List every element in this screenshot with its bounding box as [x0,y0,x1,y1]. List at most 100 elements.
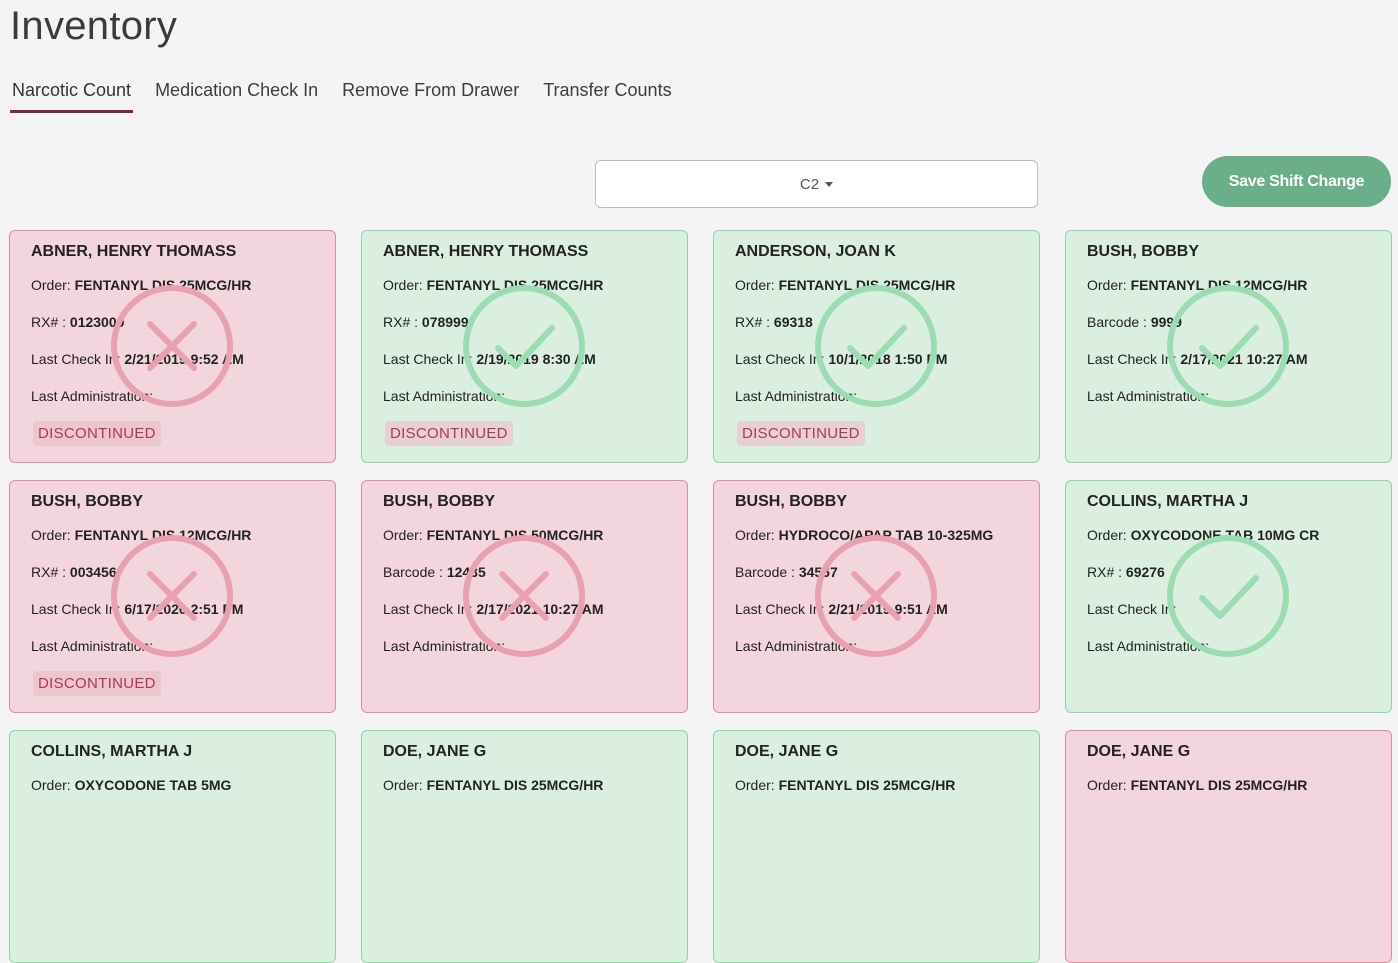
tab-remove-from-drawer[interactable]: Remove From Drawer [340,80,521,113]
patient-name: DOE, JANE G [1087,743,1191,760]
id-field: Barcode : 9999 [1087,314,1391,330]
last-check-in-label: Last Check In: [31,601,125,617]
patient-name: DOE, JANE G [383,743,487,760]
last-check-in-field: Last Check In: 6/17/2020 2:51 PM [31,601,335,617]
order-field: Order: FENTANYL DIS 25MCG/HR [31,277,335,293]
last-administration-field: Last Administration: [735,388,1039,404]
id-field: RX# : 69276 [1087,564,1391,580]
id-field: RX# : 0123000 [31,314,335,330]
medication-card[interactable]: BUSH, BOBBY Order: FENTANYL DIS 12MCG/HR B… [1065,230,1392,463]
page-title: Inventory [10,4,178,48]
last-check-in-value: 2/21/2019 9:51 AM [828,601,948,617]
patient-name: BUSH, BOBBY [735,493,848,510]
status-badge: DISCONTINUED [385,421,513,446]
order-label: Order: [1087,527,1131,543]
medication-card[interactable]: BUSH, BOBBY Order: FENTANYL DIS 50MCG/HR B… [361,480,688,713]
medication-card[interactable]: ABNER, HENRY THOMASS Order: FENTANYL DIS … [9,230,336,463]
last-check-in-label: Last Check In: [735,351,829,367]
medication-card[interactable]: BUSH, BOBBY Order: HYDROCO/APAP TAB 10-32… [713,480,1040,713]
last-administration-label: Last Administration: [383,388,506,404]
tab-bar: Narcotic Count Medication Check In Remov… [10,80,694,113]
last-administration-field: Last Administration: [735,638,1039,654]
id-field: RX# : 69318 [735,314,1039,330]
medication-card[interactable]: DOE, JANE G Order: FENTANYL DIS 25MCG/HR [713,730,1040,963]
order-value: FENTANYL DIS 25MCG/HR [74,277,252,293]
tab-transfer-counts[interactable]: Transfer Counts [541,80,673,113]
last-check-in-label: Last Check In: [383,601,477,617]
last-check-in-field: Last Check In: 2/21/2019 9:52 AM [31,351,335,367]
patient-name: DOE, JANE G [735,743,839,760]
order-value: FENTANYL DIS 12MCG/HR [74,527,252,543]
last-check-in-value: 6/17/2020 2:51 PM [124,601,244,617]
medication-card[interactable]: ANDERSON, JOAN K Order: FENTANYL DIS 25MC… [713,230,1040,463]
id-value: 12435 [446,564,486,580]
caret-down-icon [825,181,834,187]
id-value: 9999 [1150,314,1182,330]
order-label: Order: [383,527,427,543]
order-value: FENTANYL DIS 12MCG/HR [1130,277,1308,293]
medication-card[interactable]: DOE, JANE G Order: FENTANYL DIS 25MCG/HR [361,730,688,963]
tab-medication-check-in[interactable]: Medication Check In [153,80,320,113]
id-value: 003456 [69,564,117,580]
last-check-in-field: Last Check In: 2/17/2021 10:27 AM [1087,351,1391,367]
last-administration-field: Last Administration: [383,638,687,654]
last-administration-label: Last Administration: [1087,388,1210,404]
order-field: Order: FENTANYL DIS 25MCG/HR [735,277,1039,293]
medication-card[interactable]: DOE, JANE G Order: FENTANYL DIS 25MCG/HR [1065,730,1392,963]
id-label: Barcode : [383,564,447,580]
order-field: Order: FENTANYL DIS 12MCG/HR [1087,277,1391,293]
medication-card[interactable]: COLLINS, MARTHA J Order: OXYCODONE TAB 5M… [9,730,336,963]
last-check-in-value: 2/17/2021 10:27 AM [1180,351,1308,367]
id-value: 69276 [1125,564,1165,580]
last-check-in-label: Last Check In: [1087,351,1181,367]
save-shift-change-button[interactable]: Save Shift Change [1202,156,1391,207]
last-administration-label: Last Administration: [31,638,154,654]
order-label: Order: [31,527,75,543]
id-label: RX# : [31,314,70,330]
drawer-select-value: C2 [799,175,820,193]
medication-card[interactable]: ABNER, HENRY THOMASS Order: FENTANYL DIS … [361,230,688,463]
patient-name: COLLINS, MARTHA J [31,743,193,760]
patient-name: BUSH, BOBBY [1087,243,1200,260]
id-value: 69318 [773,314,813,330]
last-check-in-field: Last Check In: [1087,601,1391,617]
patient-name: ABNER, HENRY THOMASS [383,243,589,260]
medication-card[interactable]: BUSH, BOBBY Order: FENTANYL DIS 12MCG/HR R… [9,480,336,713]
last-administration-label: Last Administration: [735,388,858,404]
order-value: FENTANYL DIS 50MCG/HR [426,527,604,543]
order-field: Order: OXYCODONE TAB 10MG CR [1087,527,1391,543]
tab-narcotic-count[interactable]: Narcotic Count [10,80,134,113]
order-value: HYDROCO/APAP TAB 10-325MG [778,527,994,543]
status-badge: DISCONTINUED [737,421,865,446]
order-label: Order: [1087,277,1131,293]
last-administration-label: Last Administration: [31,388,154,404]
last-administration-label: Last Administration: [383,638,506,654]
last-administration-field: Last Administration: [31,638,335,654]
id-label: RX# : [31,564,70,580]
last-check-in-value: 10/1/2018 1:50 PM [828,351,948,367]
patient-name: ANDERSON, JOAN K [735,243,896,260]
last-check-in-value: 2/19/2019 8:30 AM [476,351,596,367]
last-administration-field: Last Administration: [31,388,335,404]
patient-name: BUSH, BOBBY [383,493,496,510]
medication-card[interactable]: COLLINS, MARTHA J Order: OXYCODONE TAB 10… [1065,480,1392,713]
id-value: 34567 [798,564,838,580]
order-label: Order: [735,527,779,543]
order-value: OXYCODONE TAB 10MG CR [1130,527,1320,543]
id-label: Barcode : [735,564,799,580]
id-value: 078999 [421,314,469,330]
id-field: Barcode : 34567 [735,564,1039,580]
status-badge: DISCONTINUED [33,421,161,446]
order-field: Order: FENTANYL DIS 12MCG/HR [31,527,335,543]
id-label: RX# : [383,314,422,330]
order-field: Order: FENTANYL DIS 25MCG/HR [383,277,687,293]
drawer-select[interactable]: C2 [595,160,1038,208]
order-value: FENTANYL DIS 25MCG/HR [426,277,604,293]
medication-card-grid: ABNER, HENRY THOMASS Order: FENTANYL DIS … [9,230,1392,963]
id-field: Barcode : 12435 [383,564,687,580]
order-label: Order: [735,277,779,293]
last-check-in-field: Last Check In: 2/17/2021 10:27 AM [383,601,687,617]
id-label: Barcode : [1087,314,1151,330]
id-field: RX# : 078999 [383,314,687,330]
last-check-in-label: Last Check In: [383,351,477,367]
